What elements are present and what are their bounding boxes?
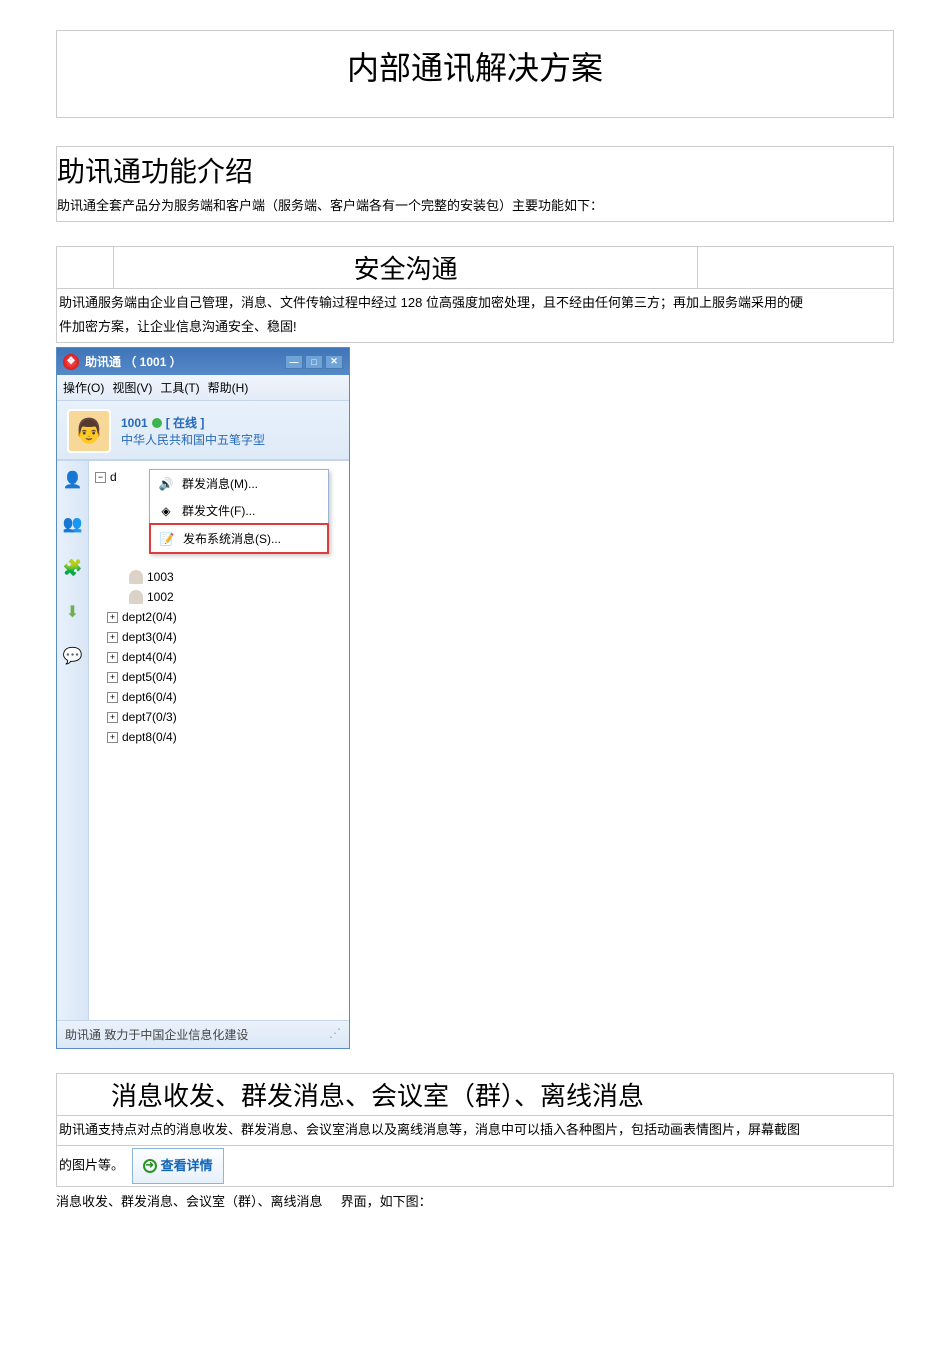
tree-dept-label: dept5(0/4) <box>122 670 177 684</box>
user-info-panel: 👨 1001 [ 在线 ] 中华人民共和国中五笔字型 <box>57 401 349 460</box>
app-menubar: 操作(O) 视图(V) 工具(T) 帮助(H) <box>57 375 349 401</box>
tree-user-label: 1003 <box>147 570 174 584</box>
expand-icon[interactable]: + <box>107 632 118 643</box>
sec1-text-b: 128 位高强度加密处理，且不经由任何第三方；再加上服务端采用的硬 <box>401 291 803 316</box>
app-logo-icon: ❖ <box>63 354 79 370</box>
colored-icon[interactable]: 🧩 <box>62 557 84 579</box>
sec1-text-a: 助讯通服务端由企业自己管理，消息、文件传输过程中经过 <box>59 295 397 310</box>
note-icon: 📝 <box>159 532 175 546</box>
user-icon <box>129 590 143 604</box>
intro-description: 助讯通全套产品分为服务端和客户端（服务端、客户端各有一个完整的安装包）主要功能如… <box>57 192 893 221</box>
app-footer: 助讯通 致力于中国企业信息化建设 ⋰ <box>57 1020 349 1048</box>
app-main-area: 👤 👥 🧩 ⬇ 💬 − d 🔊 群发消息(M)... ◈ 群发文件(F)... <box>57 460 349 1020</box>
section-1-heading: 安全沟通 <box>113 247 698 288</box>
tree-dept[interactable]: + dept7(0/3) <box>93 707 345 727</box>
speaker-icon: 🔊 <box>158 477 174 491</box>
sec1-text-c: 件加密方案，让企业信息沟通安全、稳固! <box>59 319 297 334</box>
tree-dept-label: dept4(0/4) <box>122 650 177 664</box>
menu-operation[interactable]: 操作(O) <box>63 379 104 396</box>
tree-dept[interactable]: + dept3(0/4) <box>93 627 345 647</box>
menu-view[interactable]: 视图(V) <box>112 379 152 396</box>
side-tab-bar: 👤 👥 🧩 ⬇ 💬 <box>57 461 89 1020</box>
user-id-row: 1001 [ 在线 ] <box>121 414 265 431</box>
resize-grip-icon[interactable]: ⋰ <box>329 1026 341 1043</box>
tree-dept-label: dept6(0/4) <box>122 690 177 704</box>
tree-user-label: 1002 <box>147 590 174 604</box>
tree-dept-label: dept3(0/4) <box>122 630 177 644</box>
user-ime-text: 中华人民共和国中五笔字型 <box>121 431 265 448</box>
expand-icon[interactable]: + <box>107 732 118 743</box>
ctx-mass-message[interactable]: 🔊 群发消息(M)... <box>150 470 328 497</box>
ctx-mass-message-label: 群发消息(M)... <box>182 475 258 492</box>
user-status-text: [ 在线 ] <box>166 414 205 431</box>
minimize-button[interactable]: — <box>285 355 303 369</box>
user-icon <box>129 570 143 584</box>
contact-tree: − d 🔊 群发消息(M)... ◈ 群发文件(F)... 📝 发布系统消息(S… <box>89 461 349 1020</box>
ctx-system-message[interactable]: 📝 发布系统消息(S)... <box>149 523 329 554</box>
section-2-line-3: 消息收发、群发消息、会议室（群）、离线消息 界面，如下图： <box>56 1186 894 1219</box>
view-details-label: 查看详情 <box>161 1152 213 1181</box>
section-2-heading: 消息收发、群发消息、会议室（群）、离线消息 <box>57 1074 893 1115</box>
ctx-mass-file[interactable]: ◈ 群发文件(F)... <box>150 497 328 524</box>
tree-dept-label: dept2(0/4) <box>122 610 177 624</box>
expand-icon[interactable]: + <box>107 712 118 723</box>
tree-dept[interactable]: + dept6(0/4) <box>93 687 345 707</box>
intro-heading: 助讯通功能介绍 <box>57 147 893 192</box>
menu-tool[interactable]: 工具(T) <box>160 379 199 396</box>
sec2-text-c-a: 消息收发、群发消息、会议室（群）、离线消息 <box>56 1194 323 1209</box>
expand-icon[interactable]: + <box>107 612 118 623</box>
sec2-text-b: 的图片等。 <box>59 1158 124 1173</box>
maximize-button[interactable]: □ <box>305 355 323 369</box>
tree-dept-label: dept8(0/4) <box>122 730 177 744</box>
section-2-line-2-row: 的图片等。 ➜ 查看详情 <box>56 1145 894 1188</box>
menu-help[interactable]: 帮助(H) <box>208 379 249 396</box>
user-id: 1001 <box>121 416 148 430</box>
window-controls: — □ ✕ <box>285 355 343 369</box>
expand-icon[interactable]: + <box>107 672 118 683</box>
expand-icon[interactable]: + <box>107 692 118 703</box>
ctx-mass-file-label: 群发文件(F)... <box>182 502 255 519</box>
collapse-icon[interactable]: − <box>95 472 106 483</box>
section-2-line-1: 助讯通支持点对点的消息收发、群发消息、会议室消息以及离线消息等，消息中可以插入各… <box>56 1115 894 1146</box>
ctx-system-message-label: 发布系统消息(S)... <box>183 530 281 547</box>
tree-dept-label: dept7(0/3) <box>122 710 177 724</box>
chat-icon[interactable]: 💬 <box>62 645 84 667</box>
expand-icon[interactable]: + <box>107 652 118 663</box>
status-online-icon <box>152 418 162 428</box>
tree-dept[interactable]: + dept5(0/4) <box>93 667 345 687</box>
app-titlebar: ❖ 助讯通 （ 1001 ） — □ ✕ <box>57 348 349 375</box>
tree-dept[interactable]: + dept8(0/4) <box>93 727 345 747</box>
context-menu: 🔊 群发消息(M)... ◈ 群发文件(F)... 📝 发布系统消息(S)... <box>149 469 329 554</box>
file-send-icon: ◈ <box>158 504 174 518</box>
tree-user[interactable]: 1002 <box>93 587 345 607</box>
tree-dept[interactable]: + dept2(0/4) <box>93 607 345 627</box>
download-icon[interactable]: ⬇ <box>62 601 84 623</box>
arrow-circle-icon: ➜ <box>143 1159 157 1173</box>
app-title-text: 助讯通 （ 1001 ） <box>85 353 182 370</box>
sec2-text-c-b: 界面，如下图： <box>341 1194 432 1209</box>
tree-dept[interactable]: + dept4(0/4) <box>93 647 345 667</box>
avatar[interactable]: 👨 <box>67 409 111 453</box>
app-window: ❖ 助讯通 （ 1001 ） — □ ✕ 操作(O) 视图(V) 工具(T) 帮… <box>56 347 350 1049</box>
document-title: 内部通讯解决方案 <box>56 30 894 118</box>
tree-user[interactable]: 1003 <box>93 567 345 587</box>
tree-root-label: d <box>110 470 117 484</box>
contacts-icon[interactable]: 👤 <box>62 469 84 491</box>
close-button[interactable]: ✕ <box>325 355 343 369</box>
section-1-body: 助讯通服务端由企业自己管理，消息、文件传输过程中经过 128 位高强度加密处理，… <box>56 288 894 343</box>
view-details-button[interactable]: ➜ 查看详情 <box>132 1148 224 1185</box>
group-icon[interactable]: 👥 <box>62 513 84 535</box>
app-footer-text: 助讯通 致力于中国企业信息化建设 <box>65 1026 248 1043</box>
